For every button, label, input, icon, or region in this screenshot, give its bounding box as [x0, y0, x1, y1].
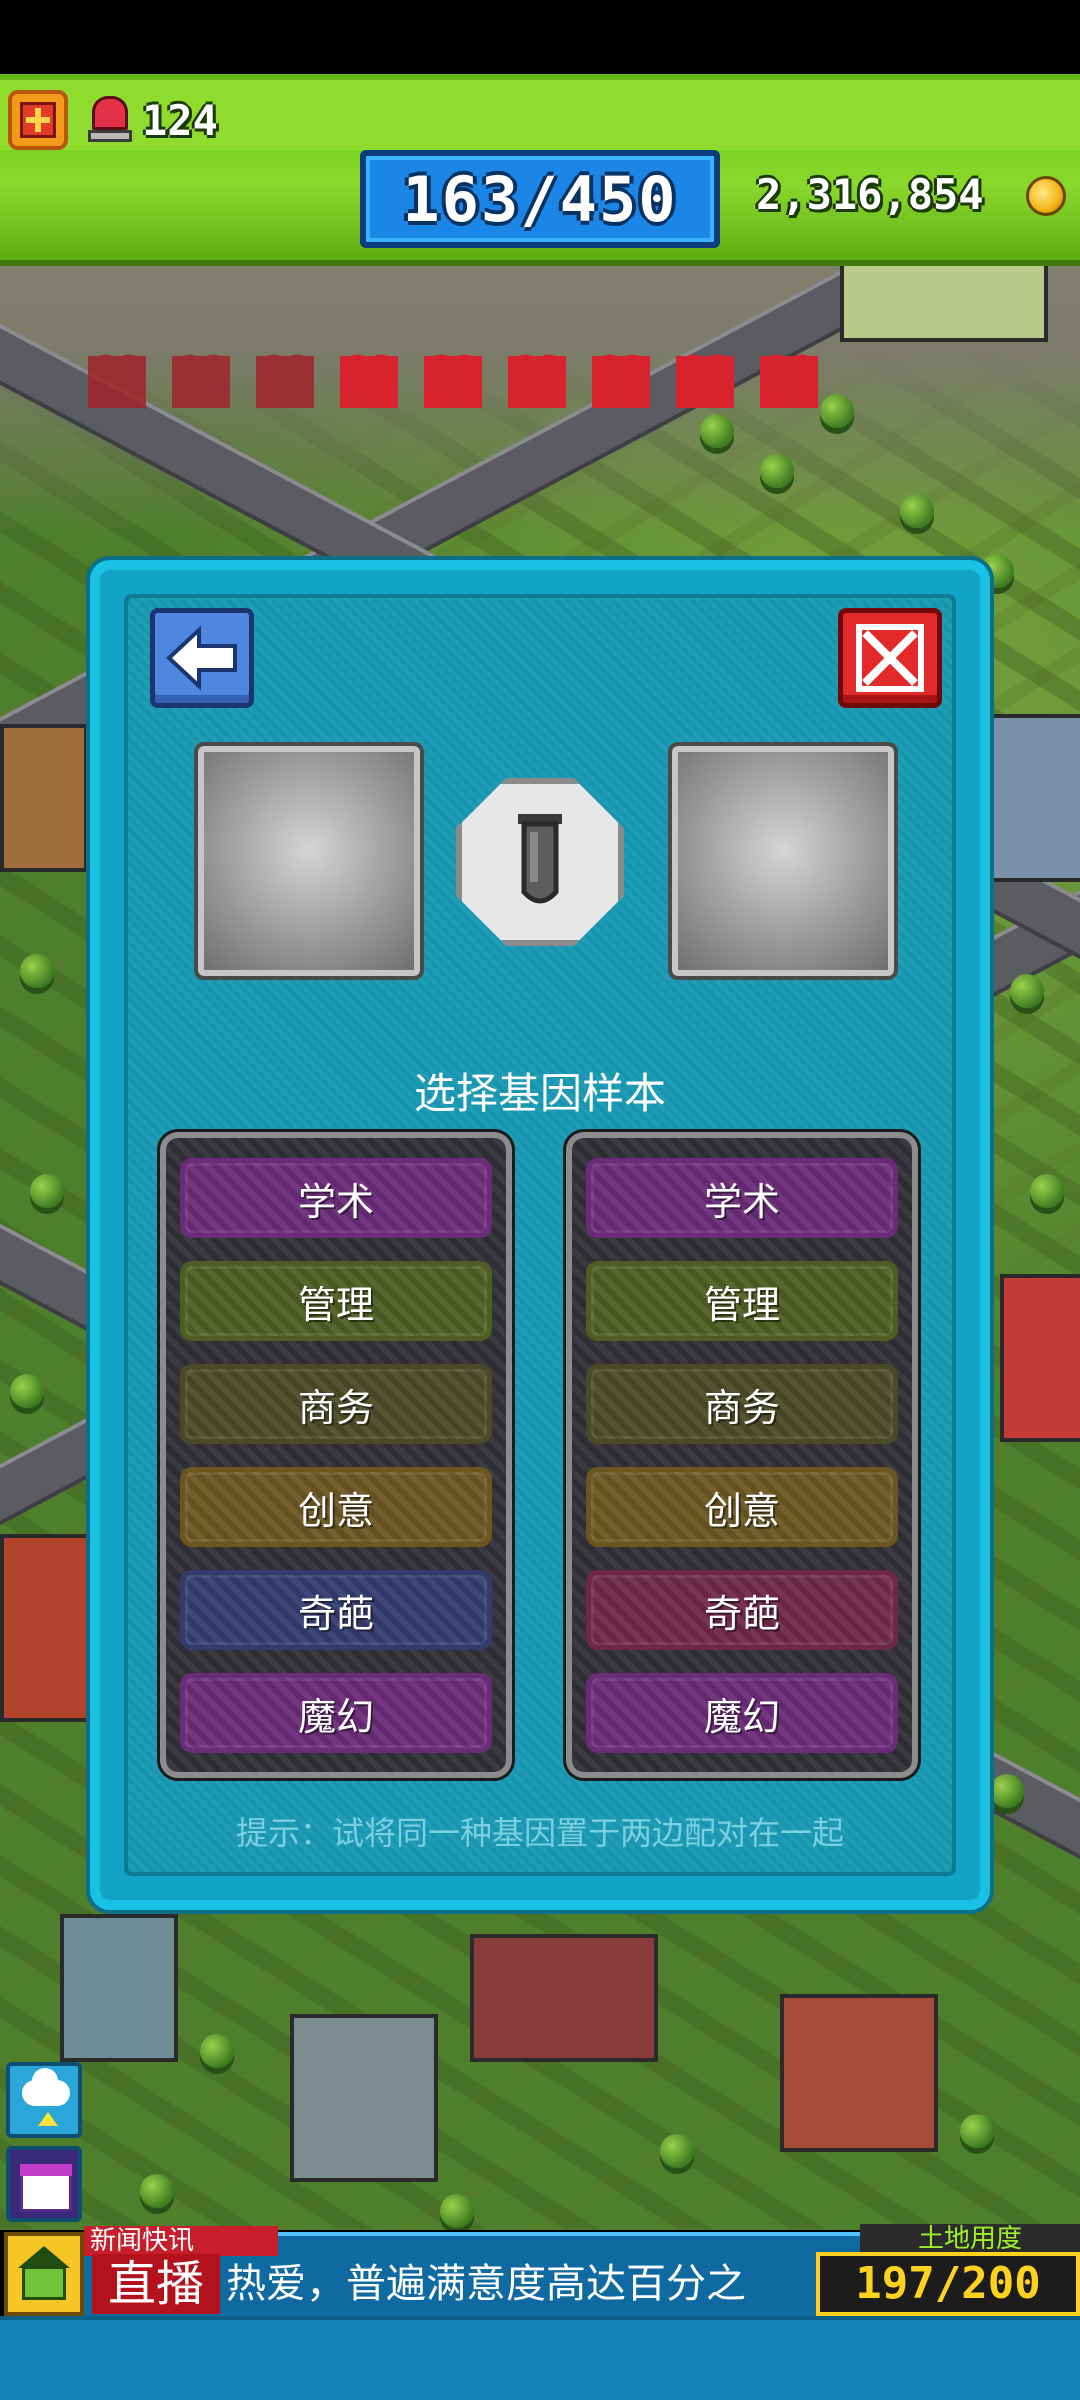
heart-icon [760, 356, 818, 408]
gene-button-right[interactable]: 魔幻 [586, 1673, 898, 1753]
plus-icon [20, 102, 56, 138]
gene-slot-right[interactable] [668, 742, 898, 980]
gene-button-left[interactable]: 奇葩 [180, 1570, 492, 1650]
population-value: 163/450 [402, 162, 678, 236]
gene-button-right[interactable]: 商务 [586, 1364, 898, 1444]
gene-slot-left[interactable] [194, 742, 424, 980]
ticker-text: 热爱，普遍满意度高达百分之 [226, 2261, 746, 2307]
gold-amount: 2,316,854 [756, 170, 984, 219]
happiness-hearts [88, 356, 828, 416]
gene-list-right: 学术管理商务创意奇葩魔幻 [563, 1129, 921, 1781]
back-arrow-icon [166, 625, 237, 691]
gene-button-right[interactable]: 学术 [586, 1158, 898, 1238]
gene-button-left[interactable]: 商务 [180, 1364, 492, 1444]
dialog-heading: 选择基因样本 [413, 1069, 666, 1118]
land-usage-value[interactable]: 197/200 [816, 2252, 1080, 2316]
calendar-button[interactable] [6, 2146, 82, 2222]
heart-icon [88, 356, 146, 408]
coin-icon [1026, 176, 1066, 216]
house-icon [22, 2266, 66, 2300]
heart-icon [676, 356, 734, 408]
heart-icon [256, 356, 314, 408]
siren-icon[interactable] [88, 96, 132, 144]
cloud-icon [22, 2068, 70, 2106]
gene-button-right[interactable]: 奇葩 [586, 1570, 898, 1650]
gene-button-right[interactable]: 创意 [586, 1467, 898, 1547]
add-button[interactable] [8, 90, 68, 150]
heart-icon [340, 356, 398, 408]
heart-icon [424, 356, 482, 408]
gene-button-left[interactable]: 学术 [180, 1158, 492, 1238]
alarm-count: 124 [142, 96, 218, 145]
population-display[interactable]: 163/450 [360, 150, 720, 248]
weather-button[interactable] [6, 2062, 82, 2138]
gene-button-left[interactable]: 创意 [180, 1467, 492, 1547]
status-bar [0, 0, 1080, 74]
close-x-icon [856, 624, 924, 692]
back-button[interactable] [150, 608, 254, 708]
heart-icon [508, 356, 566, 408]
live-label: 直播 [92, 2254, 220, 2314]
gene-button-right[interactable]: 管理 [586, 1261, 898, 1341]
heart-icon [592, 356, 650, 408]
heart-icon [172, 356, 230, 408]
land-usage-label: 土地用度 [860, 2224, 1080, 2254]
test-tube-icon [518, 814, 562, 904]
gene-button-left[interactable]: 魔幻 [180, 1673, 492, 1753]
hint-text: 提示：试将同一种基因置于两边配对在一起 [235, 1814, 844, 1852]
gene-list-left: 学术管理商务创意奇葩魔幻 [157, 1129, 515, 1781]
home-button[interactable] [4, 2232, 84, 2316]
gene-button-left[interactable]: 管理 [180, 1261, 492, 1341]
combine-button[interactable] [456, 778, 624, 946]
bottom-bar [0, 2316, 1080, 2400]
close-button[interactable] [838, 608, 942, 708]
